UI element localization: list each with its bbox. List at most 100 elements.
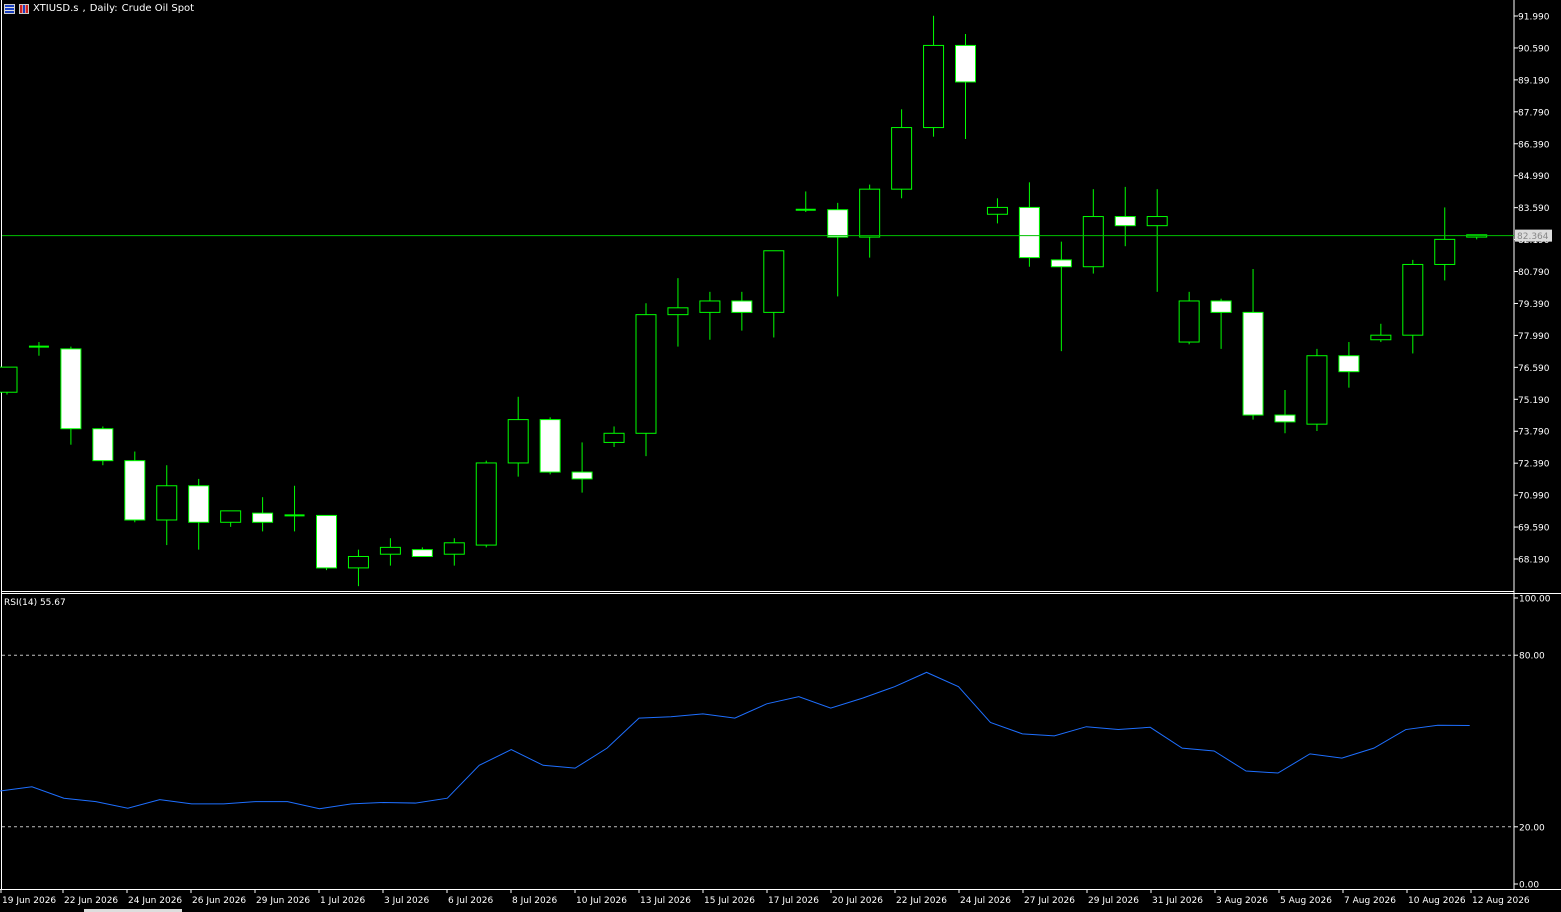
candle bbox=[1178, 291, 1200, 345]
candle-body bbox=[92, 428, 114, 462]
chart-type-icon[interactable] bbox=[4, 3, 15, 14]
candle-body bbox=[539, 419, 561, 473]
price-tick-label: 73.790 bbox=[1518, 428, 1550, 438]
date-tick-label: 27 Jul 2026 bbox=[1024, 896, 1075, 906]
rsi-tick-label: 80.00 bbox=[1519, 652, 1545, 662]
candle bbox=[827, 202, 849, 297]
candle bbox=[1402, 259, 1424, 354]
candle-body bbox=[1146, 216, 1168, 227]
candle bbox=[1082, 189, 1104, 274]
flag-icon bbox=[19, 3, 29, 14]
price-tick-label: 86.390 bbox=[1518, 140, 1550, 150]
price-tick-label: 84.990 bbox=[1518, 172, 1550, 182]
timeframe-label: Daily: bbox=[89, 3, 118, 14]
candle bbox=[1434, 207, 1456, 281]
candle bbox=[1018, 182, 1040, 267]
chart-header: XTIUSD.s, Daily: Crude Oil Spot bbox=[4, 3, 194, 14]
candle bbox=[795, 191, 816, 212]
candle-body bbox=[347, 555, 369, 569]
date-tick-label: 29 Jun 2026 bbox=[256, 896, 310, 906]
candle-body bbox=[507, 419, 529, 464]
price-tick-label: 80.790 bbox=[1518, 268, 1550, 278]
price-tick-label: 79.390 bbox=[1518, 300, 1550, 310]
candle-body bbox=[923, 44, 945, 129]
price-tick-label: 72.390 bbox=[1518, 460, 1550, 470]
candle-body bbox=[443, 542, 465, 555]
date-tick-label: 20 Jul 2026 bbox=[832, 896, 883, 906]
candle-body bbox=[60, 348, 82, 430]
rsi-tick-label: 0.00 bbox=[1519, 881, 1539, 891]
date-tick-label: 13 Jul 2026 bbox=[640, 896, 691, 906]
candle-body bbox=[859, 188, 881, 238]
date-tick-label: 10 Aug 2026 bbox=[1408, 896, 1466, 906]
candle-body bbox=[731, 300, 753, 313]
candle-body bbox=[1050, 259, 1072, 268]
candle-body bbox=[891, 127, 913, 190]
price-tick-label: 76.590 bbox=[1518, 364, 1550, 374]
candle bbox=[379, 538, 401, 566]
symbol-label: XTIUSD.s bbox=[33, 3, 79, 14]
date-tick-label: 5 Aug 2026 bbox=[1280, 896, 1332, 906]
rsi-line bbox=[0, 671, 1470, 810]
candle bbox=[1306, 348, 1328, 432]
current-price-line: 82.364 bbox=[2, 229, 1552, 242]
candle bbox=[1114, 186, 1136, 247]
candle-body bbox=[0, 366, 18, 393]
candle-body bbox=[156, 485, 178, 521]
rsi-tick-label: 20.00 bbox=[1519, 823, 1545, 833]
candle bbox=[667, 278, 689, 347]
candle-body bbox=[1338, 355, 1360, 373]
candle-body bbox=[1018, 206, 1040, 259]
candle bbox=[443, 538, 465, 566]
date-tick-label: 15 Jul 2026 bbox=[704, 896, 755, 906]
candle bbox=[411, 547, 433, 557]
price-tick-label: 69.590 bbox=[1518, 524, 1550, 534]
date-tick-label: 22 Jul 2026 bbox=[896, 896, 947, 906]
candle-body bbox=[1210, 300, 1232, 313]
candle-body bbox=[1274, 414, 1296, 423]
candle bbox=[92, 426, 114, 466]
date-tick-label: 22 Jun 2026 bbox=[64, 896, 118, 906]
rsi-line-series bbox=[0, 671, 1470, 810]
candle-body bbox=[603, 432, 625, 443]
candle-body bbox=[1082, 216, 1104, 268]
candle bbox=[507, 396, 529, 477]
price-tick-label: 89.190 bbox=[1518, 76, 1550, 86]
date-tick-label: 31 Jul 2026 bbox=[1152, 896, 1203, 906]
candle-body bbox=[571, 471, 593, 480]
candle-body bbox=[1306, 355, 1328, 425]
price-chart[interactable]: 91.990 90.590 89.190 87.790 86.390 84.990 83.5… bbox=[0, 0, 1561, 912]
date-tick-label: 24 Jun 2026 bbox=[128, 896, 182, 906]
candle bbox=[1050, 241, 1072, 352]
date-tick-label: 24 Jul 2026 bbox=[960, 896, 1011, 906]
date-tick-label: 3 Aug 2026 bbox=[1216, 896, 1268, 906]
date-tick-label: 6 Jul 2026 bbox=[448, 896, 493, 906]
rsi-title: RSI(14) 55.67 bbox=[4, 598, 66, 608]
candle bbox=[60, 346, 82, 445]
candle-body bbox=[667, 307, 689, 316]
candle bbox=[28, 342, 49, 356]
date-tick-label: 8 Jul 2026 bbox=[512, 896, 557, 906]
rsi-level-lines bbox=[2, 654, 1514, 828]
candle bbox=[1274, 389, 1296, 434]
candle bbox=[1146, 189, 1168, 292]
date-tick-label: 7 Aug 2026 bbox=[1344, 896, 1396, 906]
candle bbox=[316, 514, 337, 571]
candle-body bbox=[124, 460, 146, 521]
candle-body bbox=[252, 512, 274, 523]
price-tick-label: 90.590 bbox=[1518, 44, 1550, 54]
candle bbox=[603, 426, 625, 447]
candle-body bbox=[1178, 300, 1200, 343]
candle-body bbox=[1370, 334, 1392, 341]
candle bbox=[763, 250, 785, 338]
candle-body bbox=[699, 300, 721, 313]
rsi-tick-label: 100.00 bbox=[1519, 595, 1551, 605]
candle bbox=[731, 291, 753, 331]
candle-body bbox=[379, 546, 401, 555]
date-tick-label: 3 Jul 2026 bbox=[384, 896, 429, 906]
candle-body bbox=[411, 549, 433, 557]
time-axis: 19 Jun 2026 22 Jun 2026 24 Jun 2026 26 Jun … bbox=[0, 889, 1530, 906]
candle bbox=[252, 497, 274, 532]
price-tick-label: 91.990 bbox=[1518, 13, 1550, 23]
date-tick-label: 26 Jun 2026 bbox=[192, 896, 246, 906]
